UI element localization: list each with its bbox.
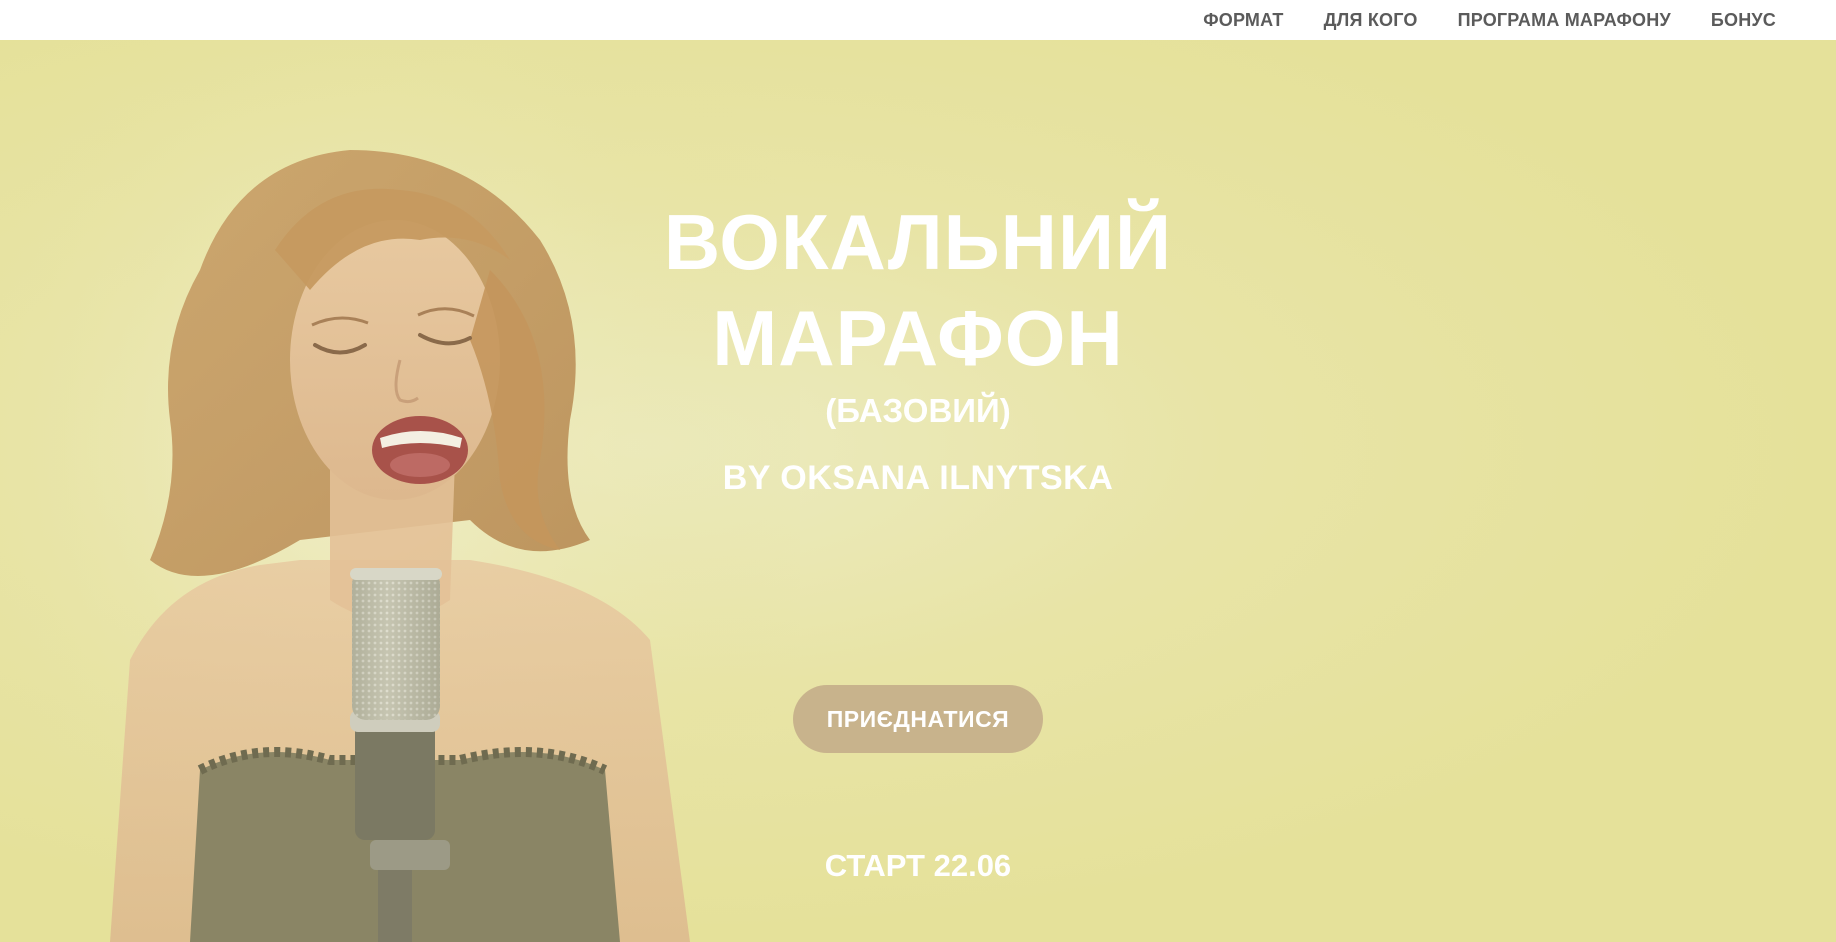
landing-page: ФОРМАТ ДЛЯ КОГО ПРОГРАМА МАРАФОНУ БОНУС — [0, 0, 1836, 942]
nav-link-marathon-program[interactable]: ПРОГРАМА МАРАФОНУ — [1458, 10, 1671, 31]
nav-link-format[interactable]: ФОРМАТ — [1203, 10, 1283, 31]
join-button[interactable]: ПРИЄДНАТИСЯ — [793, 685, 1043, 753]
nav-link-bonus[interactable]: БОНУС — [1711, 10, 1776, 31]
hero-title-line2: МАРАФОН — [712, 294, 1124, 382]
hero-section: ВОКАЛЬНИЙ МАРАФОН (БАЗОВИЙ) BY OKSANA IL… — [0, 40, 1836, 942]
start-date: СТАРТ 22.06 — [824, 848, 1012, 883]
hero-author: BY OKSANA ILNYTSKA — [722, 459, 1114, 497]
nav-link-for-whom[interactable]: ДЛЯ КОГО — [1324, 10, 1418, 31]
hero-title: ВОКАЛЬНИЙ МАРАФОН — [618, 194, 1218, 386]
hero-content: ВОКАЛЬНИЙ МАРАФОН (БАЗОВИЙ) BY OKSANA IL… — [0, 40, 1836, 942]
top-navigation-bar: ФОРМАТ ДЛЯ КОГО ПРОГРАМА МАРАФОНУ БОНУС — [0, 0, 1836, 40]
main-nav: ФОРМАТ ДЛЯ КОГО ПРОГРАМА МАРАФОНУ БОНУС — [1203, 0, 1776, 40]
hero-title-line1: ВОКАЛЬНИЙ — [663, 198, 1173, 286]
hero-subtitle: (БАЗОВИЙ) — [825, 392, 1011, 429]
